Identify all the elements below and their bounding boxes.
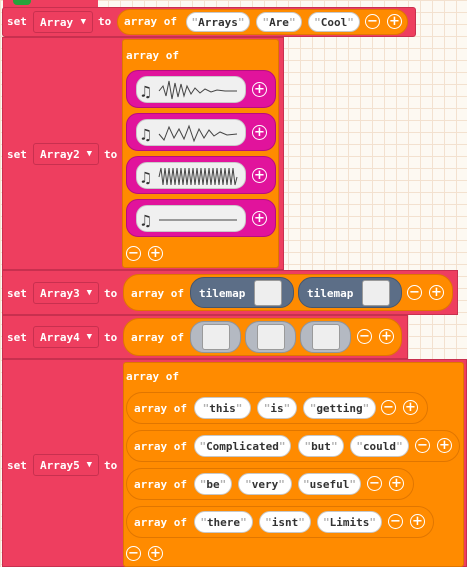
- image-preview[interactable]: [202, 324, 230, 350]
- music-note-icon: ♫: [141, 211, 151, 230]
- to-keyword: to: [104, 331, 118, 344]
- image-preview[interactable]: [312, 324, 340, 350]
- plus-circle-icon[interactable]: +: [148, 246, 163, 261]
- variable-name: Array3: [40, 286, 80, 300]
- plus-circle-icon[interactable]: +: [387, 14, 402, 29]
- image-preview[interactable]: [257, 324, 285, 350]
- string-item[interactable]: " there ": [194, 511, 253, 533]
- variable-name: Array5: [40, 458, 80, 472]
- array-of-keyword: array of: [134, 516, 187, 529]
- variable-dropdown-array4[interactable]: Array4 ▼: [33, 326, 99, 348]
- string-item[interactable]: " is ": [257, 397, 297, 419]
- plus-circle-icon[interactable]: +: [252, 82, 267, 97]
- set-keyword: set: [7, 15, 27, 28]
- sound-wave-field[interactable]: ♫: [136, 119, 246, 146]
- sound-wave-field[interactable]: ♫: [136, 162, 246, 189]
- array-of-keyword: array of: [126, 49, 179, 62]
- music-note-icon: ♫: [141, 168, 151, 187]
- string-item[interactable]: " Cool ": [308, 12, 360, 32]
- to-keyword: to: [98, 15, 112, 28]
- plus-circle-icon[interactable]: +: [252, 168, 267, 183]
- variable-dropdown-array[interactable]: Array ▼: [33, 11, 93, 33]
- plus-circle-icon[interactable]: +: [252, 125, 267, 140]
- triangle-down-icon: ▼: [86, 149, 92, 159]
- string-item[interactable]: " very ": [238, 473, 292, 495]
- plus-circle-icon[interactable]: +: [148, 546, 163, 561]
- variable-name: Array2: [40, 147, 80, 161]
- variable-dropdown-array2[interactable]: Array2 ▼: [33, 143, 99, 165]
- string-item[interactable]: " useful ": [298, 473, 361, 495]
- variable-name: Array4: [40, 330, 80, 344]
- minus-circle-icon[interactable]: −: [381, 400, 396, 415]
- string-item[interactable]: " Are ": [256, 12, 302, 32]
- variable-dropdown-array5[interactable]: Array5 ▼: [33, 454, 99, 476]
- array-of-keyword: array of: [134, 402, 187, 415]
- set-keyword: set: [7, 148, 27, 161]
- plus-circle-icon[interactable]: +: [389, 476, 404, 491]
- set-keyword: set: [7, 459, 27, 472]
- set-keyword: set: [7, 331, 27, 344]
- sound-waveform: ♫: [141, 124, 238, 144]
- tilemap-label: tilemap: [199, 287, 246, 300]
- string-item[interactable]: " could ": [350, 435, 409, 457]
- string-item[interactable]: " Limits ": [317, 511, 382, 533]
- array-of-keyword: array of: [124, 15, 177, 28]
- plus-circle-icon[interactable]: +: [410, 514, 425, 529]
- tilemap-preview[interactable]: [362, 280, 390, 306]
- minus-circle-icon[interactable]: −: [407, 285, 422, 300]
- array-of-keyword: array of: [134, 440, 187, 453]
- triangle-down-icon: ▼: [86, 460, 92, 470]
- array-of-keyword: array of: [126, 370, 179, 383]
- plus-circle-icon[interactable]: +: [429, 285, 444, 300]
- sound-waveform: ♫: [141, 80, 237, 101]
- string-item[interactable]: " but ": [298, 435, 344, 457]
- array-of-keyword: array of: [131, 331, 184, 344]
- music-note-icon: ♫: [141, 82, 151, 101]
- sound-wave-field[interactable]: ♫: [136, 76, 246, 103]
- top-hat-accent: [13, 0, 31, 5]
- array-of-keyword: array of: [131, 287, 184, 300]
- triangle-down-icon: ▼: [86, 288, 92, 298]
- sound-waveform: ♫: [141, 167, 238, 187]
- minus-circle-icon[interactable]: −: [126, 546, 141, 561]
- to-keyword: to: [104, 459, 118, 472]
- minus-circle-icon[interactable]: −: [357, 329, 372, 344]
- string-item[interactable]: " Complicated ": [194, 435, 291, 457]
- sound-waveform: ♫: [141, 211, 237, 230]
- string-item[interactable]: " this ": [194, 397, 251, 419]
- minus-circle-icon[interactable]: −: [365, 14, 380, 29]
- triangle-down-icon: ▼: [86, 332, 92, 342]
- plus-circle-icon[interactable]: +: [252, 211, 267, 226]
- music-note-icon: ♫: [141, 125, 151, 144]
- string-item[interactable]: " Arrays ": [186, 12, 250, 32]
- tilemap-label: tilemap: [307, 287, 354, 300]
- string-item[interactable]: " be ": [194, 473, 232, 495]
- to-keyword: to: [104, 287, 118, 300]
- set-keyword: set: [7, 287, 27, 300]
- variable-name: Array: [40, 15, 74, 29]
- string-item[interactable]: " isnt ": [259, 511, 311, 533]
- minus-circle-icon[interactable]: −: [367, 476, 382, 491]
- plus-circle-icon[interactable]: +: [437, 438, 452, 453]
- minus-circle-icon[interactable]: −: [126, 246, 141, 261]
- minus-circle-icon[interactable]: −: [388, 514, 403, 529]
- plus-circle-icon[interactable]: +: [403, 400, 418, 415]
- variable-dropdown-array3[interactable]: Array3 ▼: [33, 282, 99, 304]
- tilemap-preview[interactable]: [254, 280, 282, 306]
- plus-circle-icon[interactable]: +: [379, 329, 394, 344]
- string-item[interactable]: " getting ": [303, 397, 376, 419]
- to-keyword: to: [104, 148, 118, 161]
- minus-circle-icon[interactable]: −: [415, 438, 430, 453]
- array-of-keyword: array of: [134, 478, 187, 491]
- sound-wave-field[interactable]: ♫: [136, 205, 246, 232]
- triangle-down-icon: ▼: [80, 17, 86, 27]
